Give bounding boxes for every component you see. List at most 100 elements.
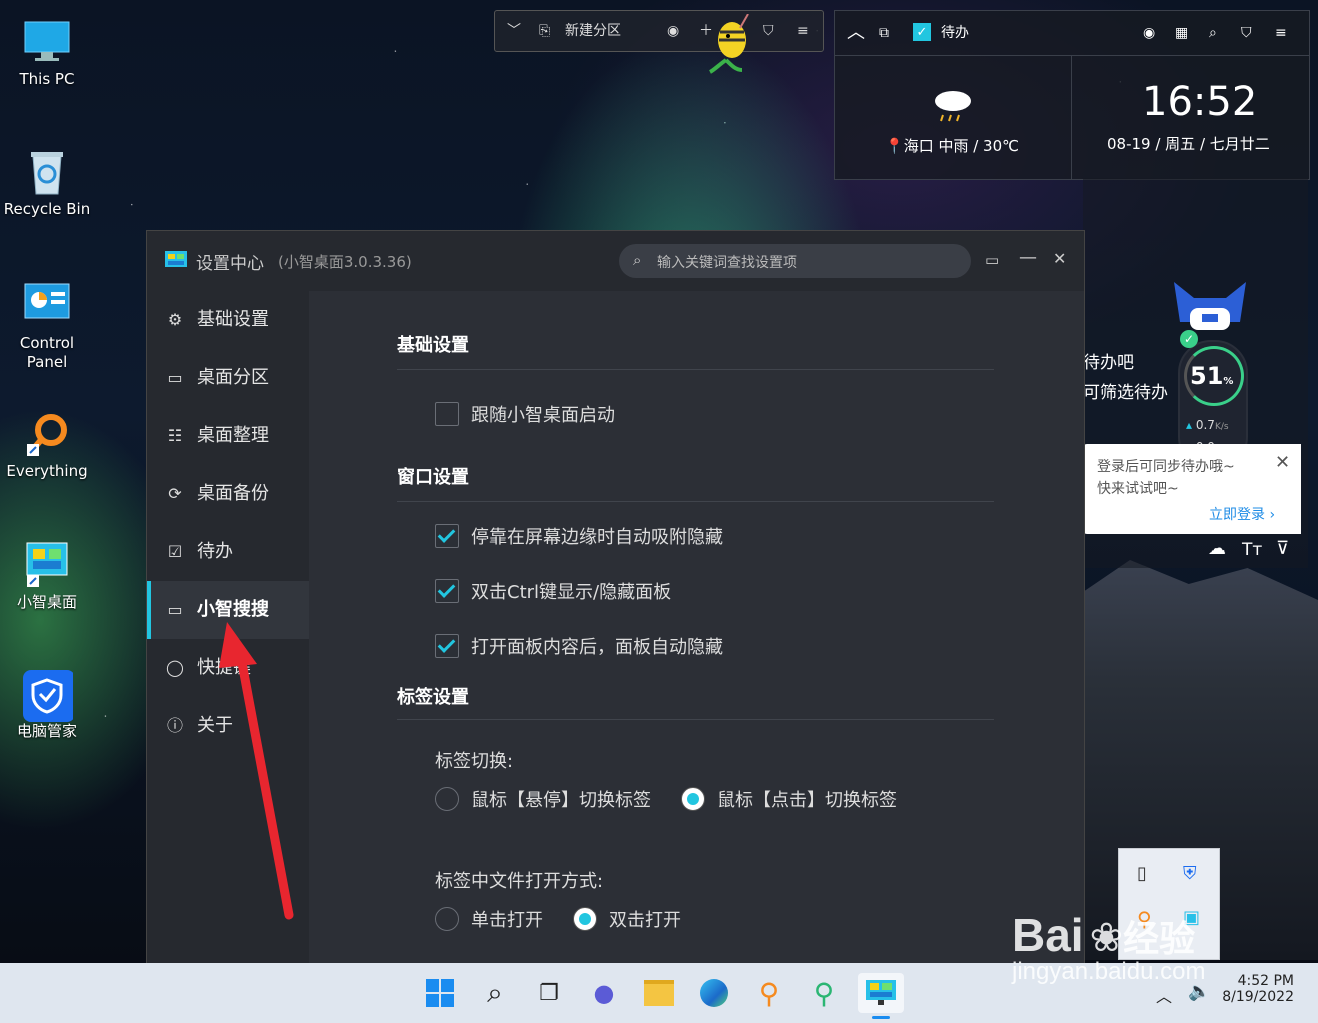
nav-basic-settings[interactable]: ⚙ 基础设置 <box>147 291 309 349</box>
section-basic-title: 基础设置 <box>397 335 469 356</box>
start-button[interactable] <box>420 973 460 1013</box>
option-auto-hide-edge[interactable]: 停靠在屏幕边缘时自动吸附隐藏 <box>435 524 723 551</box>
window-version: (小智桌面3.0.3.36) <box>278 253 412 271</box>
todo-label[interactable]: 待办 <box>941 11 969 55</box>
active-indicator <box>872 1016 890 1019</box>
nav-about[interactable]: ⓘ 关于 <box>147 697 309 755</box>
desktop-icon-recycle-bin[interactable]: Recycle Bin <box>2 148 92 219</box>
checkbox-checked[interactable] <box>435 634 459 658</box>
window-restore-icon[interactable]: ⧉ <box>879 11 889 55</box>
menu-icon[interactable]: ≡ <box>797 11 809 51</box>
checkbox[interactable] <box>435 402 459 426</box>
watermark-brand: Bai <box>1012 909 1084 961</box>
radio-single-click[interactable]: 单击打开 <box>435 907 543 934</box>
minimize-button[interactable]: — <box>1019 247 1037 268</box>
divider <box>397 369 994 370</box>
chevron-down-icon[interactable]: ﹀ <box>507 11 521 51</box>
everything-button[interactable]: ⚲ <box>749 973 789 1013</box>
nav-xiaozhi-search[interactable]: ▭ 小智搜搜 <box>147 581 309 639</box>
radio-button[interactable] <box>435 907 459 931</box>
radio-button-selected[interactable] <box>573 907 597 931</box>
chat-button[interactable]: ● <box>584 973 624 1013</box>
chat-icon: ● <box>593 979 615 1007</box>
font-size-icon[interactable]: Tт <box>1242 540 1262 560</box>
everything-search-icon <box>21 410 73 458</box>
shield-icon <box>21 670 75 722</box>
checkbox-checked[interactable] <box>435 524 459 548</box>
radio-button-selected[interactable] <box>681 787 705 811</box>
nav-todo[interactable]: ☑ 待办 <box>147 523 309 581</box>
search-icon: ⌕ <box>487 976 503 1009</box>
task-view-icon: ❐ <box>539 980 559 1006</box>
checkbox-checked[interactable] <box>435 579 459 603</box>
monitor-icon: ▭ <box>167 368 183 387</box>
menu-icon[interactable]: ≡ <box>1275 11 1287 55</box>
option-auto-hide-after-open[interactable]: 打开面板内容后，面板自动隐藏 <box>435 634 723 661</box>
widget-toolbar: ︿ ⧉ ✓ 待办 ◉ ▦ ⌕ ⛉ ≡ <box>835 11 1309 56</box>
filter-icon[interactable]: ⊽ <box>1276 538 1289 559</box>
file-explorer-button[interactable] <box>639 973 679 1013</box>
desktop-icon-label: Recycle Bin <box>3 200 91 218</box>
percent-unit: % <box>1223 376 1234 387</box>
clock-time: 16:52 <box>1142 79 1258 125</box>
recycle-bin-icon <box>21 148 73 196</box>
desktop-icon-this-pc[interactable]: This PC <box>2 18 92 89</box>
xiaozhi-taskbar-button[interactable] <box>858 973 904 1019</box>
taskbar-search-button[interactable]: ⌕ <box>475 973 515 1013</box>
green-search-button[interactable]: ⚲ <box>804 973 844 1013</box>
search-icon[interactable]: ⌕ <box>1209 11 1217 55</box>
close-button[interactable]: ✕ <box>1053 249 1066 268</box>
edge-button[interactable] <box>694 973 734 1013</box>
shirt-icon[interactable]: ⛉ <box>1241 11 1252 55</box>
search-icon: ⌕ <box>633 251 642 269</box>
desktop-icon-control-panel[interactable]: Control Panel <box>2 282 92 372</box>
sync-icon: ⟳ <box>168 484 182 503</box>
clock-date: 08-19 / 周五 / 七月廿二 <box>1107 135 1270 153</box>
nav-desktop-organize[interactable]: ☷ 桌面整理 <box>147 407 309 465</box>
user-icon[interactable]: ◉ <box>1143 11 1155 55</box>
weather-text: 📍海口 中雨 / 30℃ <box>885 137 1019 155</box>
calendar-icon[interactable]: ▦ <box>1175 11 1188 55</box>
close-icon[interactable]: ✕ <box>1275 452 1290 473</box>
new-zone-button[interactable]: 新建分区 <box>565 11 621 51</box>
window-title: 设置中心 <box>196 254 264 274</box>
baidu-watermark: Bai ❀经验 jingyan.baidu.com <box>1012 908 1205 986</box>
option-double-ctrl[interactable]: 双击Ctrl键显示/隐藏面板 <box>435 579 671 606</box>
feedback-icon[interactable]: ▭ <box>985 251 999 269</box>
search-icon: ⚲ <box>813 976 835 1010</box>
edge-icon <box>700 979 728 1007</box>
option-follow-startup[interactable]: 跟随小智桌面启动 <box>435 402 615 429</box>
nav-desktop-backup[interactable]: ⟳ 桌面备份 <box>147 465 309 523</box>
login-now-link[interactable]: 立即登录 › <box>1209 504 1275 524</box>
tab-switch-label: 标签切换: <box>435 751 514 772</box>
gear-icon: ⚙ <box>167 310 183 329</box>
control-panel-icon <box>21 282 73 330</box>
settings-sidebar: ⚙ 基础设置 ▭ 桌面分区 ☷ 桌面整理 ⟳ 桌面备份 ☑ 待办 ▭ 小智搜搜 ◯ 快捷键 ⓘ… <box>147 291 309 964</box>
memory-percent: 51 <box>1190 362 1224 390</box>
desktop-icon-everything[interactable]: Everything <box>2 410 92 481</box>
radio-click-switch[interactable]: 鼠标【点击】切换标签 <box>681 787 897 814</box>
user-icon[interactable]: ◉ <box>667 11 679 51</box>
desktop-icon-xiaozhi[interactable]: 小智桌面 <box>2 541 92 612</box>
usb-icon[interactable]: ▯ <box>1137 863 1147 884</box>
new-zone-icon: ⎘ <box>539 23 551 39</box>
tray-expand-icon[interactable]: ︿ <box>1156 983 1172 1007</box>
nav-desktop-zones[interactable]: ▭ 桌面分区 <box>147 349 309 407</box>
shield-icon[interactable]: ⛨ <box>1183 863 1197 884</box>
taskbar-clock[interactable]: 4:52 PM 8/19/2022 <box>1222 973 1294 1005</box>
desktop-icon-label-2: Panel <box>26 353 68 371</box>
radio-double-click[interactable]: 双击打开 <box>573 907 681 934</box>
nav-shortcuts[interactable]: ◯ 快捷键 <box>147 639 309 697</box>
cloud-sync-icon[interactable]: ☁ <box>1208 538 1226 559</box>
shirt-icon[interactable]: ⛉ <box>763 11 774 51</box>
mascot-cat-icon <box>1168 278 1252 338</box>
chevron-up-icon[interactable]: ︿ <box>847 11 865 55</box>
radio-button[interactable] <box>435 787 459 811</box>
watermark-url: jingyan.baidu.com <box>1012 958 1206 985</box>
settings-search-input[interactable]: ⌕ 输入关键词查找设置项 <box>619 244 971 278</box>
desktop-icon-pc-manager[interactable]: 电脑管家 <box>2 670 92 741</box>
radio-hover-switch[interactable]: 鼠标【悬停】切换标签 <box>435 787 651 814</box>
task-view-button[interactable]: ❐ <box>529 973 569 1013</box>
todo-widget: ︿ ⧉ ✓ 待办 ◉ ▦ ⌕ ⛉ ≡ 📍海口 中雨 / 30℃ 16:52 08… <box>834 10 1310 180</box>
mouse-icon: ◯ <box>166 658 184 677</box>
